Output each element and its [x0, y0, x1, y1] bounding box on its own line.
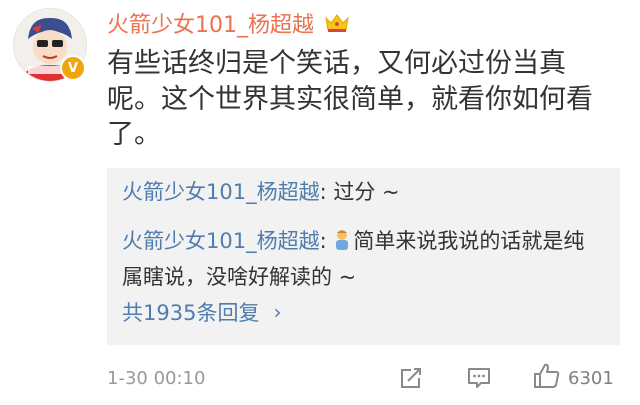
- like-button[interactable]: 6301: [532, 360, 614, 396]
- comment-icon[interactable]: [465, 364, 493, 396]
- reply-separator: :: [319, 229, 334, 253]
- like-icon[interactable]: [532, 361, 562, 395]
- reply-box[interactable]: 火箭少女101_杨超越: 过分 ~ 火箭少女101_杨超越: 简单来说我说的话就…: [107, 168, 620, 345]
- forward-icon[interactable]: [397, 364, 425, 396]
- comment-footer: 1-30 00:10 6301: [107, 360, 627, 396]
- more-replies-label[interactable]: 共1935条回复: [122, 297, 259, 327]
- avatar-wrapper[interactable]: V: [13, 8, 87, 82]
- username-text[interactable]: 火箭少女101_杨超越: [107, 7, 314, 39]
- reply-item: 火箭少女101_杨超越: 简单来说我说的话就是纯属瞎说，没啥好解读的 ~: [122, 225, 602, 294]
- comment-username[interactable]: 火箭少女101_杨超越: [107, 8, 350, 38]
- reply-separator: :: [319, 180, 334, 204]
- person-emoji-icon: [333, 228, 351, 261]
- crown-icon[interactable]: [324, 12, 350, 34]
- verified-v-icon: V: [60, 55, 86, 81]
- reply-author[interactable]: 火箭少女101_杨超越: [122, 180, 320, 204]
- like-count: 6301: [568, 367, 614, 389]
- more-replies-link[interactable]: 共1935条回复 ›: [122, 294, 281, 330]
- reply-text: 过分 ~: [333, 180, 400, 204]
- reply-item: 火箭少女101_杨超越: 过分 ~: [122, 176, 602, 209]
- chevron-right-icon[interactable]: ›: [273, 300, 281, 324]
- reply-author[interactable]: 火箭少女101_杨超越: [122, 229, 320, 253]
- timestamp: 1-30 00:10: [107, 367, 206, 389]
- comment-text: 有些话终归是个笑话，又何必过份当真呢。这个世界其实很简单，就看你如何看了。: [107, 48, 593, 150]
